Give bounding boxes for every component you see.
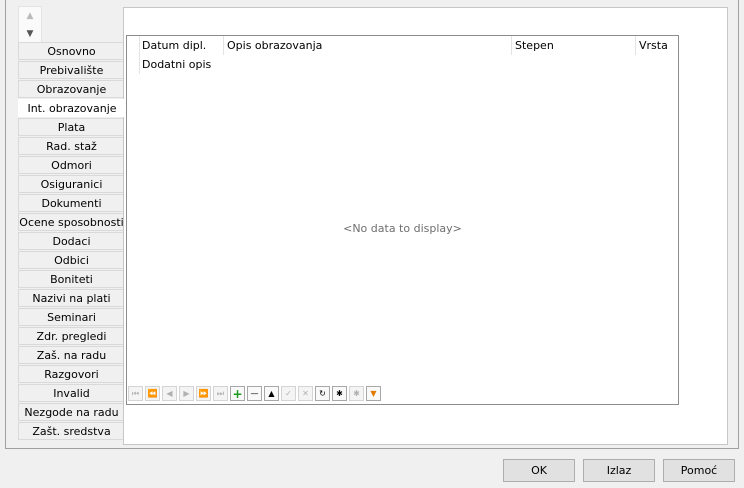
tab-osiguranici[interactable]: Osiguranici	[18, 175, 124, 193]
tab-seminari[interactable]: Seminari	[18, 308, 124, 326]
tab-zas-na-radu[interactable]: Zaš. na radu	[18, 346, 124, 364]
tab-invalid[interactable]: Invalid	[18, 384, 124, 402]
exit-button[interactable]: Izlaz	[583, 459, 655, 482]
grid-header: Datum dipl. Opis obrazovanja Stepen Vrst…	[127, 36, 678, 74]
tab-prebivaliste[interactable]: Prebivalište	[18, 61, 124, 79]
first-record-icon[interactable]: ⏮	[128, 386, 143, 401]
column-header-opis-obrazovanja[interactable]: Opis obrazovanja	[224, 36, 512, 55]
next-page-icon[interactable]: ⏩	[196, 386, 211, 401]
empty-grid-message: <No data to display>	[343, 222, 462, 235]
edit-icon[interactable]: ▲	[264, 386, 279, 401]
goto-bookmark-icon[interactable]: ✱	[349, 386, 364, 401]
tab-odmori[interactable]: Odmori	[18, 156, 124, 174]
tab-obrazovanje[interactable]: Obrazovanje	[18, 80, 124, 98]
save-bookmark-icon[interactable]: ✱	[332, 386, 347, 401]
prev-page-icon[interactable]: ⏪	[145, 386, 160, 401]
ok-button[interactable]: OK	[503, 459, 575, 482]
delete-icon[interactable]: —	[247, 386, 262, 401]
tab-odbici[interactable]: Odbici	[18, 251, 124, 269]
tab-zast-sredstva[interactable]: Zašt. sredstva	[18, 422, 124, 440]
scroll-down-icon[interactable]: ▼	[19, 25, 41, 43]
cancel-icon[interactable]: ✕	[298, 386, 313, 401]
grid-navigator: ⏮ ⏪ ◀ ▶ ⏩ ⏭ + — ▲ ✓ ✕ ↻ ✱ ✱ ▼	[128, 386, 381, 402]
tab-razgovori[interactable]: Razgovori	[18, 365, 124, 383]
side-tabs: Osnovno Prebivalište Obrazovanje Int. ob…	[18, 42, 125, 441]
tab-plata[interactable]: Plata	[18, 118, 124, 136]
tab-scroller: ▲ ▼	[18, 6, 42, 44]
tab-nezgode-na-radu[interactable]: Nezgode na radu	[18, 403, 124, 421]
tab-int-obrazovanje[interactable]: Int. obrazovanje	[18, 99, 125, 117]
tab-osnovno[interactable]: Osnovno	[18, 42, 124, 60]
last-record-icon[interactable]: ⏭	[213, 386, 228, 401]
tab-boniteti[interactable]: Boniteti	[18, 270, 124, 288]
tab-rad-staz[interactable]: Rad. staž	[18, 137, 124, 155]
column-header-dodatni-opis[interactable]: Dodatni opis	[139, 55, 339, 74]
next-record-icon[interactable]: ▶	[179, 386, 194, 401]
column-header-datum-dipl[interactable]: Datum dipl.	[139, 36, 224, 55]
insert-icon[interactable]: +	[230, 386, 245, 401]
column-header-vrsta[interactable]: Vrsta	[636, 36, 678, 55]
tab-nazivi-na-plati[interactable]: Nazivi na plati	[18, 289, 124, 307]
filter-icon[interactable]: ▼	[366, 386, 381, 401]
tab-zdr-pregledi[interactable]: Zdr. pregledi	[18, 327, 124, 345]
refresh-icon[interactable]: ↻	[315, 386, 330, 401]
prev-record-icon[interactable]: ◀	[162, 386, 177, 401]
tab-dokumenti[interactable]: Dokumenti	[18, 194, 124, 212]
scroll-up-icon[interactable]: ▲	[19, 7, 41, 25]
tab-dodaci[interactable]: Dodaci	[18, 232, 124, 250]
tab-ocene-sposobnosti[interactable]: Ocene sposobnosti	[18, 213, 124, 231]
help-button[interactable]: Pomoć	[663, 459, 735, 482]
column-header-stepen[interactable]: Stepen	[512, 36, 636, 55]
post-icon[interactable]: ✓	[281, 386, 296, 401]
education-grid[interactable]: Datum dipl. Opis obrazovanja Stepen Vrst…	[126, 35, 679, 405]
